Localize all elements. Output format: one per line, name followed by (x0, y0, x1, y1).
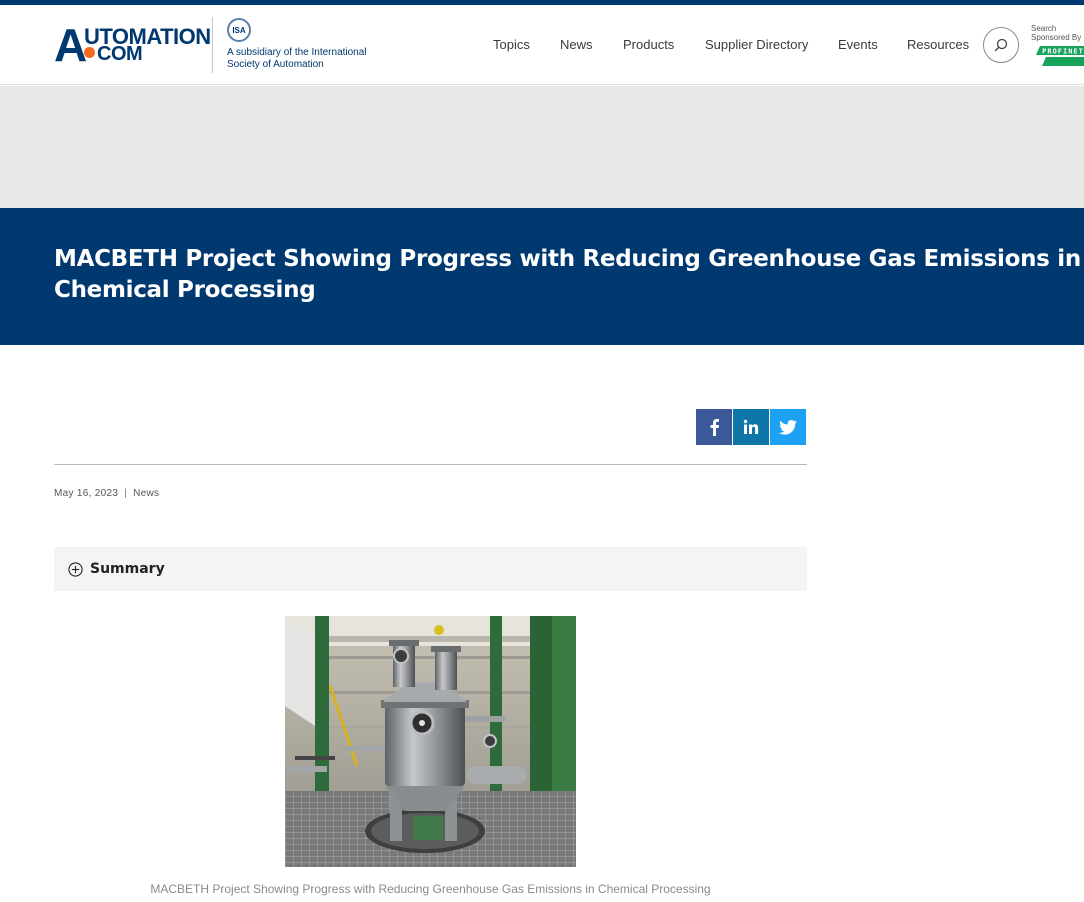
article-meta: May 16, 2023 | News (54, 488, 159, 500)
facebook-icon (710, 419, 719, 436)
ad-banner-area (0, 86, 1084, 208)
plus-circle-icon (68, 562, 83, 577)
article-hero: MACBETH Project Showing Progress with Re… (0, 208, 1084, 345)
twitter-icon (779, 419, 797, 435)
nav-events[interactable]: Events (838, 37, 878, 53)
reactor-photo (285, 616, 576, 867)
search-button[interactable] (983, 27, 1019, 63)
nav-products[interactable]: Products (623, 37, 674, 53)
image-caption: MACBETH Project Showing Progress with Re… (150, 882, 711, 896)
isa-logo[interactable]: ISA (227, 18, 251, 42)
article-date: May 16, 2023 (54, 488, 119, 499)
nav-news[interactable]: News (560, 37, 593, 53)
linkedin-icon (743, 419, 759, 434)
automation-com-logo[interactable]: A UTOMATION COM (54, 19, 211, 71)
logo-dot (84, 47, 95, 58)
share-twitter-button[interactable] (770, 409, 806, 445)
logo-wordmark-bottom: COM (97, 43, 143, 65)
isa-tagline: A subsidiary of the International Societ… (227, 47, 367, 70)
meta-separator: | (124, 488, 128, 499)
summary-accordion[interactable]: Summary (54, 547, 807, 591)
article-image (285, 616, 576, 867)
share-facebook-button[interactable] (696, 409, 732, 445)
logo-divider (212, 17, 213, 73)
nav-supplier-directory[interactable]: Supplier Directory (705, 37, 808, 53)
profinet-logo[interactable]: PROFINET (1036, 45, 1084, 67)
nav-topics[interactable]: Topics (493, 37, 530, 53)
divider (54, 464, 807, 465)
site-header: A UTOMATION COM ISA A subsidiary of the … (0, 5, 1084, 85)
nav-resources[interactable]: Resources (907, 37, 969, 53)
article-title: MACBETH Project Showing Progress with Re… (54, 246, 1081, 303)
article-category-link[interactable]: News (133, 488, 159, 499)
summary-label: Summary (90, 561, 165, 577)
logo-letter: A (54, 19, 87, 71)
search-sponsor-label: Search Sponsored By (1031, 24, 1082, 42)
profinet-logo-text: PROFINET (1042, 48, 1084, 56)
share-linkedin-button[interactable] (733, 409, 769, 445)
search-icon (994, 38, 1008, 52)
